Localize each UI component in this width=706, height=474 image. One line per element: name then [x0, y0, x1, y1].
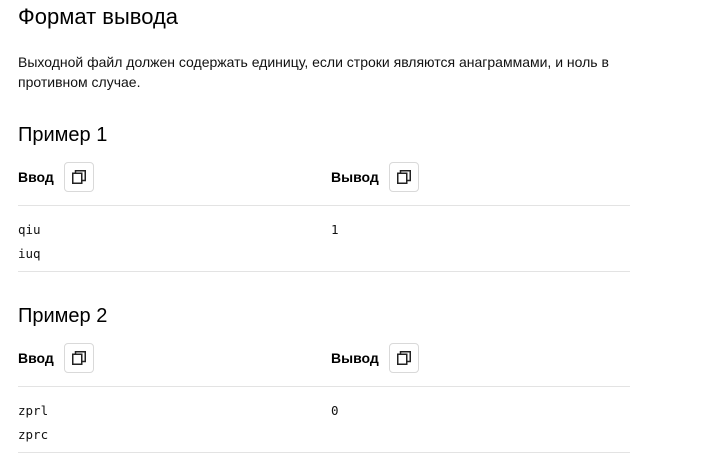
- output-value: 0: [331, 399, 339, 423]
- table-row: zprl zprc 0: [18, 387, 630, 453]
- copy-input-button[interactable]: [63, 162, 94, 192]
- input-value: qiu iuq: [18, 218, 41, 266]
- copy-input-button[interactable]: [63, 343, 94, 373]
- input-header: Ввод: [18, 343, 94, 373]
- copy-output-button[interactable]: [388, 162, 419, 192]
- input-line: qiu: [18, 222, 41, 237]
- input-line: zprc: [18, 427, 49, 442]
- copy-icon: [71, 351, 86, 365]
- copy-icon: [396, 170, 411, 184]
- copy-output-button[interactable]: [388, 343, 419, 373]
- example-table: Ввод Вывод zprl zprc 0: [18, 331, 630, 453]
- example-title: Пример 2: [18, 305, 108, 327]
- example-2: Пример 2 Ввод Вывод zprl zprc 0: [18, 303, 630, 453]
- copy-icon: [71, 170, 86, 184]
- example-title: Пример 1: [18, 124, 108, 146]
- copy-icon: [396, 351, 411, 365]
- output-line: 1: [331, 222, 339, 237]
- input-header: Ввод: [18, 162, 94, 192]
- input-value: zprl zprc: [18, 399, 48, 447]
- section-title: Формат вывода: [18, 4, 179, 29]
- input-line: iuq: [18, 246, 41, 261]
- output-header: Вывод: [331, 162, 419, 192]
- table-header-row: Ввод Вывод: [18, 150, 630, 206]
- table-header-row: Ввод Вывод: [18, 331, 630, 387]
- section-description: Выходной файл должен содержать единицу, …: [18, 54, 609, 90]
- input-label: Ввод: [18, 350, 54, 366]
- output-label: Вывод: [331, 169, 379, 185]
- example-table: Ввод Вывод qiu iuq 1: [18, 150, 630, 272]
- output-value: 1: [331, 218, 339, 242]
- output-header: Вывод: [331, 343, 419, 373]
- table-row: qiu iuq 1: [18, 206, 630, 272]
- input-line: zprl: [18, 403, 49, 418]
- example-1: Пример 1 Ввод Вывод qiu iuq 1: [18, 122, 630, 272]
- input-label: Ввод: [18, 169, 54, 185]
- output-label: Вывод: [331, 350, 379, 366]
- output-line: 0: [331, 403, 339, 418]
